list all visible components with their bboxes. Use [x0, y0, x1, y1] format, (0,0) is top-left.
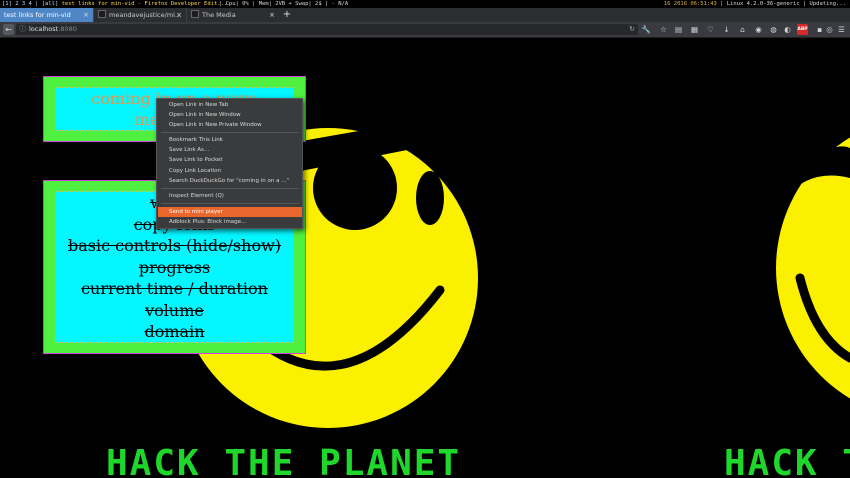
menu-save-link-as[interactable]: Save Link As…	[158, 145, 302, 155]
feature-item-progress: progress	[138, 258, 211, 277]
addon-icon-2[interactable]: ◍	[768, 24, 779, 35]
tab-the-media[interactable]: The Media ×	[186, 8, 279, 22]
feature-item-current-time: current time / duration	[81, 279, 268, 298]
new-tab-button[interactable]: +	[282, 8, 292, 22]
status-stats: | Cpu| 0% | Mem| 2VB + Swap| 2$ | - N/A	[219, 1, 349, 7]
reload-icon[interactable]: ↻	[629, 24, 635, 35]
tab-meandavejustice[interactable]: meandavejustice/mi... ×	[93, 8, 186, 22]
hamburger-menu-icon[interactable]: ☰	[836, 24, 847, 35]
tab-label: meandavejustice/mi...	[109, 11, 182, 19]
menu-copy-link-location[interactable]: Copy Link Location	[158, 166, 302, 176]
menu-separator	[161, 188, 299, 189]
tools-icon[interactable]: 🔧	[641, 24, 652, 35]
github-icon	[98, 10, 106, 18]
menu-adblock-block-image[interactable]: Adblock Plus: Block image…	[158, 217, 302, 227]
back-button[interactable]: ←	[3, 24, 14, 35]
system-status-bar: [1] 2 3 4 | [all] test links for min-vid…	[0, 0, 850, 8]
hack-the-planet-banner-2: HACK THE PLANET	[724, 443, 850, 478]
addon-icon-1[interactable]: ◉	[753, 24, 764, 35]
navigation-toolbar: ← ⓘ localhost:8080 ↻ 🔧 ☆ ▤ ▦ ♡ ↓ ⌂ ◉ ◍ ◐…	[0, 22, 850, 38]
bookmarks-menu-icon[interactable]: ▦	[689, 24, 700, 35]
menu-separator	[161, 203, 299, 204]
reading-list-icon[interactable]: ▤	[673, 24, 684, 35]
feature-item-basic-controls: basic controls (hide/show)	[67, 236, 282, 255]
hack-the-planet-banner: HACK THE PLANET	[106, 443, 462, 478]
tab-strip: test links for min-vid × meandavejustice…	[0, 8, 850, 22]
page-content: coming in on a wave memories watch copy …	[0, 38, 850, 478]
menu-save-to-pocket[interactable]: Save Link to Pocket	[158, 155, 302, 165]
extension-icon[interactable]: ◎	[824, 24, 835, 35]
close-icon[interactable]: ×	[269, 8, 275, 22]
status-workspaces: [1] 2 3 4 | [all] test links for min-vid…	[2, 1, 228, 7]
downloads-icon[interactable]: ↓	[721, 24, 732, 35]
url-text[interactable]: localhost:8080	[29, 24, 77, 35]
media-favicon-icon	[191, 10, 199, 18]
feature-item-domain: domain	[144, 322, 205, 341]
menu-bookmark-link[interactable]: Bookmark This Link	[158, 135, 302, 145]
info-icon[interactable]: ⓘ	[19, 25, 26, 34]
menu-open-in-new-tab[interactable]: Open Link in New Tab	[158, 100, 302, 110]
context-menu: Open Link in New Tab Open Link in New Wi…	[156, 98, 303, 229]
adblock-plus-icon[interactable]: ABP	[797, 24, 808, 35]
addon-icon-3[interactable]: ◐	[782, 24, 793, 35]
menu-inspect-element[interactable]: Inspect Element (Q)	[158, 191, 302, 201]
close-icon[interactable]: ×	[176, 8, 182, 22]
smiley-face-icon-2	[770, 137, 850, 399]
menu-search-duckduckgo[interactable]: Search DuckDuckGo for "coming in on a ..…	[158, 176, 302, 186]
pocket-icon[interactable]: ♡	[705, 24, 716, 35]
menu-open-in-new-window[interactable]: Open Link in New Window	[158, 110, 302, 120]
menu-send-to-mini-player[interactable]: Send to mini player	[158, 207, 302, 217]
tab-label: test links for min-vid	[4, 11, 71, 19]
home-icon[interactable]: ⌂	[737, 24, 748, 35]
menu-open-in-private-window[interactable]: Open Link in New Private Window	[158, 120, 302, 130]
close-icon[interactable]: ×	[83, 8, 89, 22]
url-bar[interactable]: ⓘ localhost:8080 ↻	[16, 24, 638, 35]
bookmark-star-icon[interactable]: ☆	[658, 24, 669, 35]
status-clock: 16 2016 06:51:43 | Linux 4.2.0-36-generi…	[663, 1, 846, 7]
feature-item-volume: volume	[145, 301, 204, 320]
tab-label: The Media	[202, 11, 236, 19]
menu-separator	[161, 132, 299, 133]
tab-test-links[interactable]: test links for min-vid ×	[0, 8, 93, 22]
